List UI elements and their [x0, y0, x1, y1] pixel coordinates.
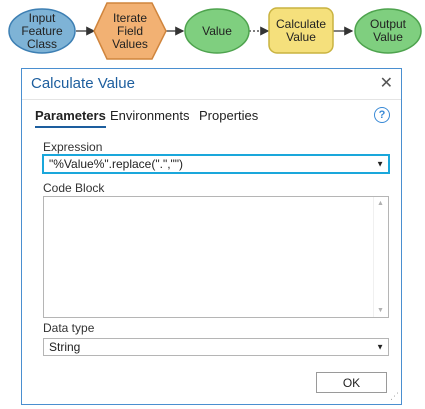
- input-feature-class-label: Input Feature Class: [21, 10, 63, 51]
- chevron-down-icon[interactable]: ▼: [376, 160, 384, 169]
- code-block-textarea[interactable]: ▲ ▼: [43, 196, 389, 318]
- resize-grip-icon[interactable]: ⋰: [390, 391, 399, 402]
- data-type-value: String: [49, 340, 81, 354]
- calculate-value-label: Calculate Value: [275, 17, 327, 44]
- code-block-scrollbar[interactable]: ▲ ▼: [373, 197, 388, 317]
- scroll-down-icon[interactable]: ▼: [377, 307, 384, 314]
- tab-environments[interactable]: Environments: [110, 108, 189, 126]
- value-label: Value: [202, 23, 232, 38]
- title-divider: [22, 99, 401, 100]
- calculate-value-dialog: Calculate Value ✕ Parameters Environment…: [21, 68, 402, 405]
- expression-input[interactable]: "%Value%".replace(".","") ▼: [42, 154, 390, 174]
- tab-parameters[interactable]: Parameters: [35, 108, 106, 128]
- data-type-select[interactable]: String ▼: [43, 338, 389, 356]
- expression-label: Expression: [43, 140, 103, 154]
- ok-button[interactable]: OK: [316, 372, 387, 393]
- tab-properties[interactable]: Properties: [199, 108, 258, 126]
- dialog-title: Calculate Value: [31, 75, 135, 92]
- output-value-label: Output Value: [369, 17, 407, 44]
- help-icon[interactable]: ?: [374, 107, 390, 123]
- close-icon[interactable]: ✕: [380, 73, 393, 92]
- scroll-up-icon[interactable]: ▲: [377, 200, 384, 207]
- iterate-field-values-label: Iterate Field Values: [112, 10, 148, 51]
- chevron-down-icon[interactable]: ▼: [376, 343, 384, 352]
- code-block-label: Code Block: [43, 181, 105, 195]
- model-diagram: Input Feature Class Iterate Field Values…: [0, 0, 425, 62]
- expression-value: "%Value%".replace(".",""): [49, 157, 184, 171]
- data-type-label: Data type: [43, 321, 95, 335]
